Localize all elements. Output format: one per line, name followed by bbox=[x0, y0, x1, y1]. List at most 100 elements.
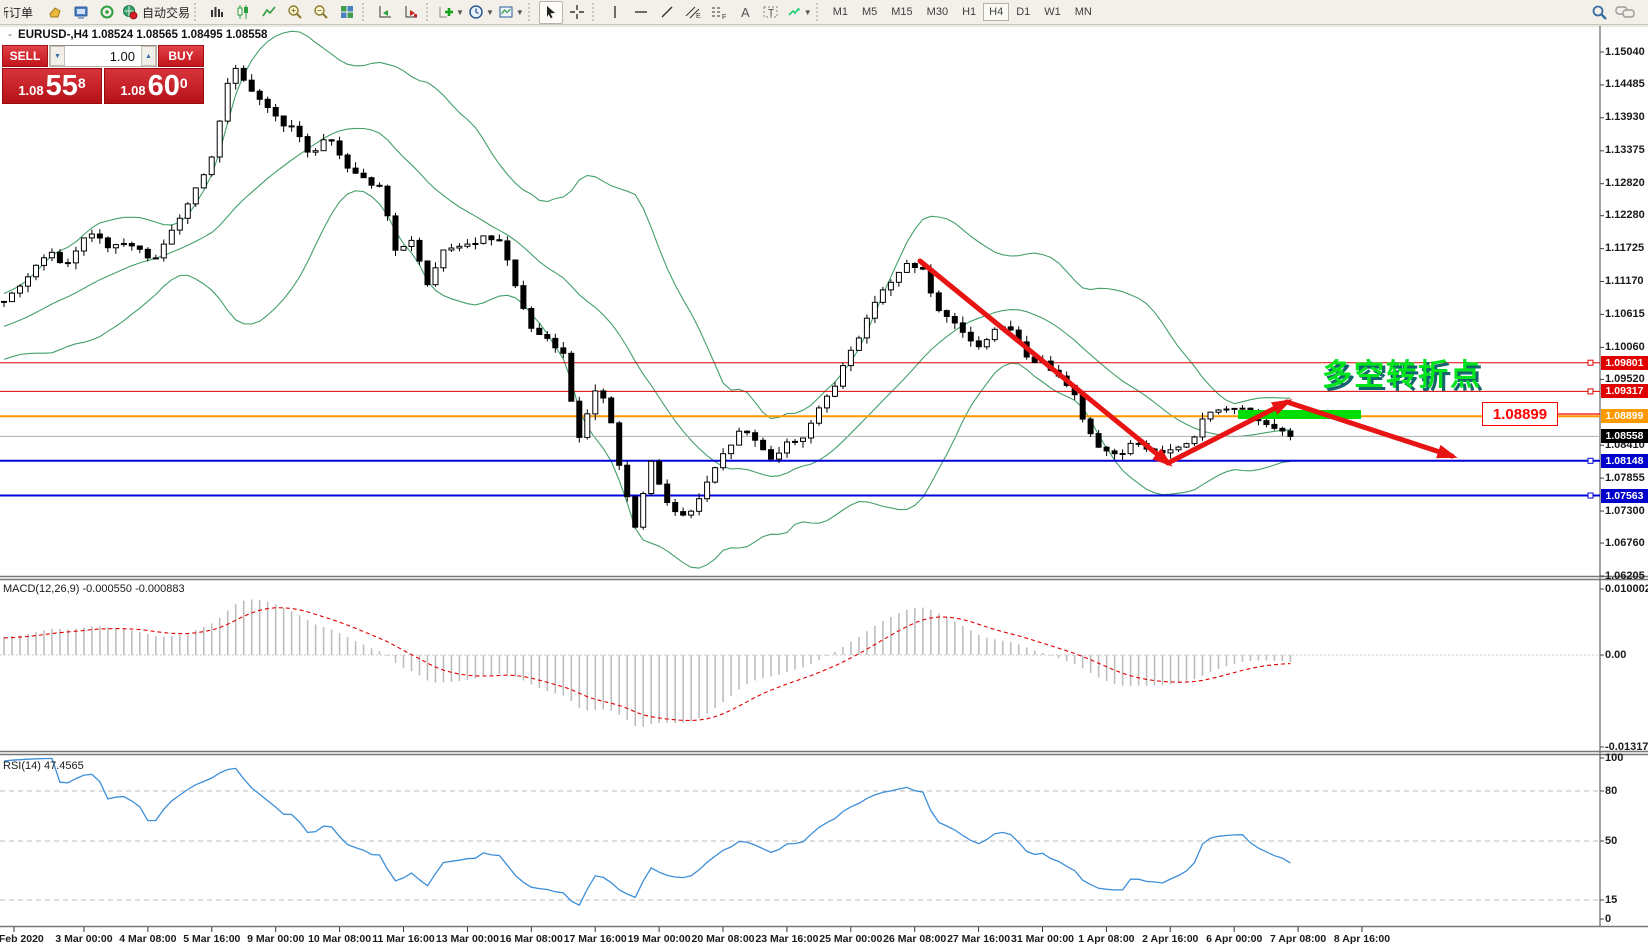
timeframe-button-h4[interactable]: H4 bbox=[983, 3, 1009, 21]
chevron-down-icon: ▼ bbox=[486, 8, 494, 17]
zoom-in-button[interactable] bbox=[283, 1, 307, 24]
terminal-icon-button[interactable] bbox=[69, 1, 93, 24]
vertical-line-tool[interactable] bbox=[603, 1, 627, 24]
horizontal-line-tool[interactable] bbox=[629, 1, 653, 24]
chart-autoscroll-icon bbox=[403, 4, 419, 20]
volume-increase-button[interactable]: ▲ bbox=[141, 46, 156, 66]
chevron-down-icon: ▼ bbox=[456, 8, 464, 17]
indicator-axis-label: 0.00 bbox=[1605, 649, 1626, 661]
timeframe-button-m1[interactable]: M1 bbox=[826, 2, 855, 22]
buy-button[interactable]: BUY bbox=[158, 45, 204, 67]
toolbar: 新订单 自动交易 bbox=[0, 0, 1648, 25]
signal-icon bbox=[99, 4, 115, 20]
timeframe-button-m5[interactable]: M5 bbox=[855, 2, 884, 22]
indicator-axis-label: 0.010002 bbox=[1605, 583, 1648, 595]
chart-canvas[interactable] bbox=[0, 0, 1648, 948]
symbol-period-label: EURUSD-,H4 bbox=[18, 29, 88, 41]
time-axis-label: 19 Mar 00:00 bbox=[628, 933, 691, 945]
timeframe-button-m15[interactable]: M15 bbox=[884, 2, 919, 22]
equidistant-channel-tool[interactable]: E bbox=[681, 1, 705, 24]
time-axis-label: 6 Apr 00:00 bbox=[1206, 933, 1262, 945]
chart-autoscroll-button[interactable] bbox=[399, 1, 423, 24]
fibonacci-icon: F bbox=[710, 4, 728, 20]
trendline-tool[interactable] bbox=[655, 1, 679, 24]
toolbar-grip bbox=[592, 3, 598, 21]
price-axis-label: 1.11170 bbox=[1605, 275, 1644, 287]
template-button[interactable]: ▼ bbox=[497, 1, 525, 24]
indicator-axis-label: 50 bbox=[1605, 835, 1617, 847]
volume-input[interactable]: 1.00 bbox=[65, 46, 141, 66]
fibonacci-tool[interactable]: F bbox=[707, 1, 731, 24]
sell-price-prefix: 1.08 bbox=[18, 82, 43, 101]
template-icon bbox=[498, 4, 514, 20]
autotrading-button[interactable]: 自动交易 bbox=[121, 1, 191, 24]
buy-price-prefix: 1.08 bbox=[120, 82, 145, 101]
tile-windows-button[interactable] bbox=[335, 1, 359, 24]
letter-a-icon: A bbox=[737, 4, 753, 20]
time-axis-label: 25 Mar 00:00 bbox=[819, 933, 882, 945]
cursor-tool-button[interactable] bbox=[539, 1, 563, 24]
autotrading-label: 自动交易 bbox=[142, 4, 190, 21]
channel-icon: E bbox=[684, 4, 702, 20]
clock-icon bbox=[468, 4, 484, 20]
timeframe-button-m30[interactable]: M30 bbox=[920, 2, 955, 22]
buy-price-main: 60 bbox=[148, 73, 180, 101]
one-click-trading-widget: SELL ▼ 1.00 ▲ BUY 1.08 55 8 1.08 60 0 bbox=[2, 45, 204, 104]
candlestick-chart-button[interactable] bbox=[231, 1, 255, 24]
chat-button[interactable] bbox=[1613, 1, 1637, 24]
search-button[interactable] bbox=[1587, 1, 1611, 24]
buy-price-box[interactable]: 1.08 60 0 bbox=[104, 68, 204, 104]
price-axis-label: 1.10615 bbox=[1605, 308, 1645, 320]
volume-box: ▼ 1.00 ▲ bbox=[49, 45, 157, 67]
toolbar-grip bbox=[816, 3, 822, 21]
zoom-out-button[interactable] bbox=[309, 1, 333, 24]
signal-icon-button[interactable] bbox=[95, 1, 119, 24]
indicator-axis-label: 15 bbox=[1605, 894, 1617, 906]
vertical-line-icon bbox=[607, 4, 623, 20]
time-axis-label: 5 Mar 16:00 bbox=[183, 933, 240, 945]
toolbar-grip bbox=[426, 3, 432, 21]
price-axis-label: 1.13375 bbox=[1605, 144, 1645, 156]
time-axis-label: 26 Mar 08:00 bbox=[883, 933, 946, 945]
toolbar-grip bbox=[528, 3, 534, 21]
chart-title: ‐ EURUSD-,H4 1.08524 1.08565 1.08495 1.0… bbox=[8, 29, 267, 41]
period-clock-button[interactable]: ▼ bbox=[467, 1, 495, 24]
sell-button[interactable]: SELL bbox=[2, 45, 48, 67]
price-axis-label: 1.07300 bbox=[1605, 505, 1645, 517]
timeframe-button-d1[interactable]: D1 bbox=[1009, 2, 1037, 22]
sell-price-box[interactable]: 1.08 55 8 bbox=[2, 68, 102, 104]
turning-point-annotation: 多空转折点 bbox=[1322, 350, 1482, 394]
time-axis-label: 3 Mar 00:00 bbox=[55, 933, 112, 945]
time-axis-label: 28 Feb 2020 bbox=[0, 933, 44, 945]
time-axis-label: 23 Mar 16:00 bbox=[755, 933, 818, 945]
chat-bubbles-icon bbox=[1615, 4, 1635, 20]
timeframe-button-h1[interactable]: H1 bbox=[955, 2, 983, 22]
volume-decrease-button[interactable]: ▼ bbox=[50, 46, 65, 66]
cursor-icon bbox=[543, 4, 559, 20]
text-label-tool[interactable]: T bbox=[759, 1, 783, 24]
crosshair-tool-button[interactable] bbox=[565, 1, 589, 24]
timeframe-button-mn[interactable]: MN bbox=[1068, 2, 1099, 22]
gold-nugget-icon[interactable] bbox=[43, 1, 67, 24]
ohlc-values: 1.08524 1.08565 1.08495 1.08558 bbox=[92, 29, 268, 41]
time-axis-label: 20 Mar 08:00 bbox=[691, 933, 754, 945]
time-axis-label: 8 Apr 16:00 bbox=[1334, 933, 1390, 945]
bar-chart-button[interactable] bbox=[205, 1, 229, 24]
price-axis-label: 1.15040 bbox=[1605, 46, 1645, 58]
chart-shift-button[interactable] bbox=[373, 1, 397, 24]
price-axis-label: 1.06205 bbox=[1605, 570, 1645, 582]
price-axis-label: 1.13930 bbox=[1605, 111, 1645, 123]
time-axis-label: 17 Mar 16:00 bbox=[564, 933, 627, 945]
price-axis-label: 1.06760 bbox=[1605, 537, 1645, 549]
arrows-objects-tool[interactable]: ▼ bbox=[785, 1, 813, 24]
line-chart-button[interactable] bbox=[257, 1, 281, 24]
time-axis-label: 4 Mar 08:00 bbox=[119, 933, 176, 945]
candlestick-chart-icon bbox=[235, 4, 251, 20]
autotrading-icon bbox=[122, 4, 138, 20]
tile-windows-icon bbox=[339, 4, 355, 20]
text-tool[interactable]: A bbox=[733, 1, 757, 24]
add-indicator-button[interactable]: ▼ bbox=[437, 1, 465, 24]
timeframe-button-w1[interactable]: W1 bbox=[1037, 2, 1068, 22]
price-tag-label[interactable]: 1.08899 bbox=[1482, 402, 1558, 426]
new-order-button[interactable]: 新订单 bbox=[3, 1, 41, 24]
